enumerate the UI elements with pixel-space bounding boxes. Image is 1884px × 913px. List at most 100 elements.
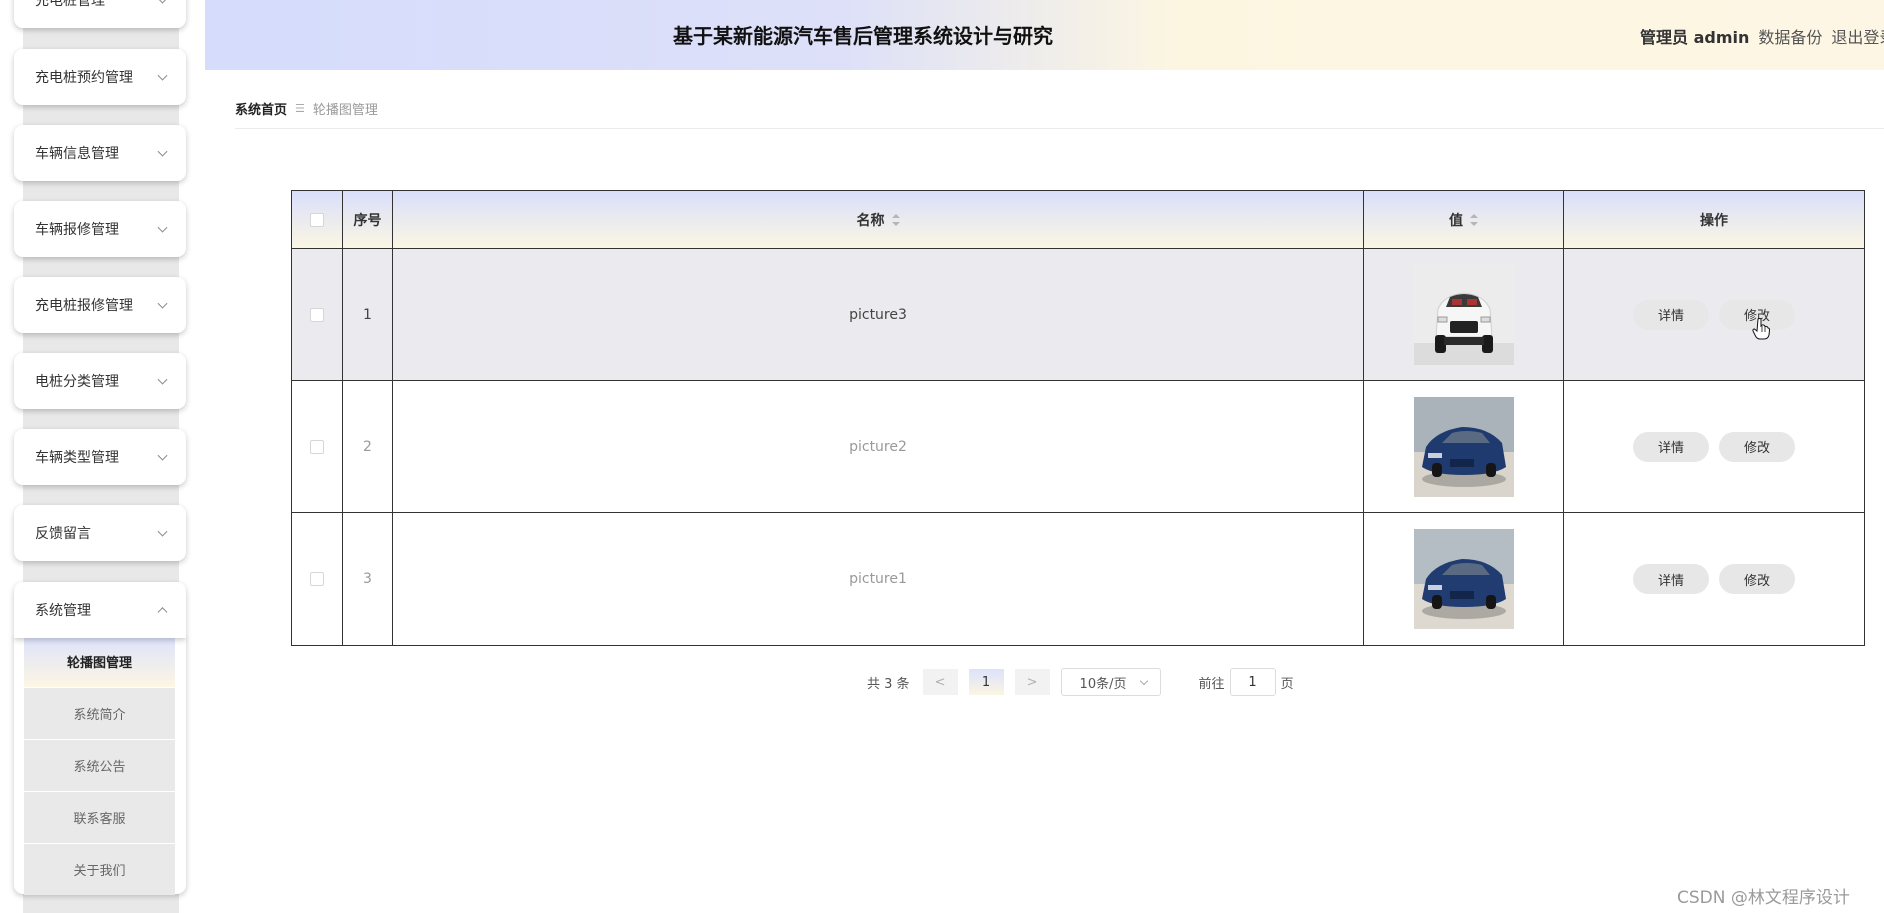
chevron-down-icon bbox=[157, 70, 168, 81]
sidebar-item-label: 反馈留言 bbox=[35, 526, 91, 542]
page-unit-label: 页 bbox=[1280, 676, 1294, 692]
header-select-cell bbox=[292, 191, 343, 248]
sidebar: 充电桩管理 充电桩预约管理 车辆信息管理 车辆报修管理 充电桩报修管理 电桩分类… bbox=[0, 0, 205, 913]
detail-button[interactable]: 详情 bbox=[1633, 299, 1709, 330]
chevron-down-icon bbox=[157, 222, 168, 233]
chevron-up-icon bbox=[157, 607, 168, 618]
sidebar-subitem-intro[interactable]: 系统简介 bbox=[24, 688, 175, 739]
sidebar-item-label: 车辆信息管理 bbox=[35, 146, 119, 162]
row-checkbox[interactable] bbox=[310, 307, 324, 322]
sidebar-item-label: 充电桩管理 bbox=[35, 0, 105, 9]
row-select-cell bbox=[292, 249, 343, 380]
prev-page-button[interactable]: < bbox=[922, 669, 958, 695]
chevron-down-icon bbox=[157, 0, 168, 4]
row-value bbox=[1364, 381, 1564, 512]
sidebar-subitem-label: 系统简介 bbox=[73, 708, 126, 723]
table-row[interactable]: 2 picture2 详情 修改 bbox=[292, 381, 1864, 513]
row-checkbox[interactable] bbox=[310, 439, 324, 454]
page-size-value: 10条/页 bbox=[1079, 676, 1127, 692]
sidebar-item-pile-repair[interactable]: 充电桩报修管理 bbox=[14, 277, 186, 333]
chevron-down-icon bbox=[157, 450, 168, 461]
chevron-down-icon bbox=[157, 374, 168, 385]
row-index: 2 bbox=[343, 381, 393, 512]
blue-car-side-image bbox=[1413, 529, 1514, 629]
backup-link[interactable]: 数据备份 bbox=[1758, 24, 1822, 48]
page-size-select[interactable]: 10条/页 bbox=[1060, 668, 1161, 696]
header-value-label: 值 bbox=[1449, 212, 1463, 229]
pagination: 共 3 条 < 1 > 10条/页 前往 页 bbox=[867, 668, 1294, 696]
row-value bbox=[1364, 249, 1564, 380]
sidebar-item-label: 车辆类型管理 bbox=[35, 450, 119, 466]
row-index: 1 bbox=[343, 249, 393, 380]
header-index-label: 序号 bbox=[353, 212, 382, 229]
breadcrumb-home[interactable]: 系统首页 bbox=[235, 99, 287, 118]
header-actions: 操作 bbox=[1564, 191, 1864, 248]
sidebar-item-vehicle-repair[interactable]: 车辆报修管理 bbox=[14, 201, 186, 257]
car-thumbnail-image[interactable] bbox=[1413, 396, 1514, 497]
app-title: 基于某新能源汽车售后管理系统设计与研究 bbox=[673, 24, 1053, 48]
detail-button[interactable]: 详情 bbox=[1633, 431, 1709, 462]
detail-button[interactable]: 详情 bbox=[1633, 564, 1709, 594]
header-name-label: 名称 bbox=[856, 212, 885, 229]
car-thumbnail-image[interactable] bbox=[1413, 264, 1514, 365]
edit-button[interactable]: 修改 bbox=[1719, 564, 1795, 594]
sort-icon[interactable] bbox=[1470, 213, 1478, 226]
chevron-down-icon bbox=[157, 526, 168, 537]
sidebar-subitem-notice[interactable]: 系统公告 bbox=[24, 740, 175, 791]
page-1-button[interactable]: 1 bbox=[968, 669, 1004, 695]
sidebar-item-label: 充电桩报修管理 bbox=[35, 298, 133, 314]
row-name: picture1 bbox=[393, 513, 1364, 645]
row-actions: 详情 修改 bbox=[1564, 249, 1864, 380]
sidebar-item-charging-pile[interactable]: 充电桩管理 bbox=[14, 0, 186, 28]
sidebar-item-vehicle-info[interactable]: 车辆信息管理 bbox=[14, 125, 186, 181]
row-name: picture2 bbox=[393, 381, 1364, 512]
header-name[interactable]: 名称 bbox=[393, 191, 1364, 248]
row-value bbox=[1364, 513, 1564, 645]
sidebar-subitem-carousel[interactable]: 轮播图管理 bbox=[24, 636, 175, 687]
table-row[interactable]: 3 picture1 详情 修改 bbox=[292, 513, 1864, 645]
row-actions: 详情 修改 bbox=[1564, 381, 1864, 512]
sidebar-item-pile-category[interactable]: 电桩分类管理 bbox=[14, 353, 186, 409]
sidebar-item-vehicle-type[interactable]: 车辆类型管理 bbox=[14, 429, 186, 485]
sidebar-item-label: 充电桩预约管理 bbox=[35, 70, 133, 86]
header-value[interactable]: 值 bbox=[1364, 191, 1564, 248]
logout-link[interactable]: 退出登录 bbox=[1831, 24, 1884, 48]
row-actions: 详情 修改 bbox=[1564, 513, 1864, 645]
sort-icon[interactable] bbox=[891, 213, 900, 226]
sidebar-item-feedback[interactable]: 反馈留言 bbox=[14, 505, 186, 561]
sidebar-item-label: 电桩分类管理 bbox=[35, 374, 119, 390]
sidebar-subitem-about[interactable]: 关于我们 bbox=[24, 844, 175, 895]
header-actions: 管理员 admin 数据备份 退出登录 bbox=[1640, 24, 1884, 48]
chevron-down-icon bbox=[1139, 676, 1148, 686]
breadcrumb-separator-icon: ☰ bbox=[295, 102, 305, 115]
table-header: 序号 名称 值 操作 bbox=[292, 191, 1864, 249]
sidebar-item-charging-reservation[interactable]: 充电桩预约管理 bbox=[14, 49, 186, 105]
sidebar-item-label: 车辆报修管理 bbox=[35, 222, 119, 238]
sidebar-item-system[interactable]: 系统管理 bbox=[14, 582, 186, 638]
select-all-checkbox[interactable] bbox=[310, 212, 324, 227]
carousel-table: 序号 名称 值 操作 1 picture3 详情 修改 2 picture2 详… bbox=[291, 190, 1865, 646]
chevron-down-icon bbox=[157, 146, 168, 157]
sidebar-subitem-label: 联系客服 bbox=[73, 812, 126, 827]
chevron-down-icon bbox=[157, 298, 168, 309]
edit-button[interactable]: 修改 bbox=[1719, 431, 1795, 462]
header-index: 序号 bbox=[343, 191, 393, 248]
goto-label: 前往 bbox=[1198, 676, 1225, 692]
car-thumbnail-image[interactable] bbox=[1413, 529, 1514, 629]
row-name: picture3 bbox=[393, 249, 1364, 380]
sidebar-item-label: 系统管理 bbox=[35, 603, 91, 619]
blue-car-side-image bbox=[1413, 396, 1514, 497]
watermark: CSDN @林文程序设计 bbox=[1677, 888, 1850, 908]
next-page-button[interactable]: > bbox=[1014, 669, 1050, 695]
row-checkbox[interactable] bbox=[310, 572, 324, 586]
header-actions-label: 操作 bbox=[1700, 212, 1728, 229]
breadcrumb-current: 轮播图管理 bbox=[312, 103, 378, 118]
white-car-front-image bbox=[1413, 264, 1514, 365]
top-header: 基于某新能源汽车售后管理系统设计与研究 管理员 admin 数据备份 退出登录 bbox=[205, 0, 1884, 70]
table-row[interactable]: 1 picture3 详情 修改 bbox=[292, 249, 1864, 381]
sidebar-submenu: 轮播图管理 系统简介 系统公告 联系客服 关于我们 bbox=[14, 636, 186, 895]
goto-page-input[interactable] bbox=[1229, 668, 1276, 696]
pagination-total: 共 3 条 bbox=[867, 676, 910, 692]
sidebar-subitem-label: 轮播图管理 bbox=[66, 656, 132, 671]
sidebar-subitem-contact[interactable]: 联系客服 bbox=[24, 792, 175, 843]
